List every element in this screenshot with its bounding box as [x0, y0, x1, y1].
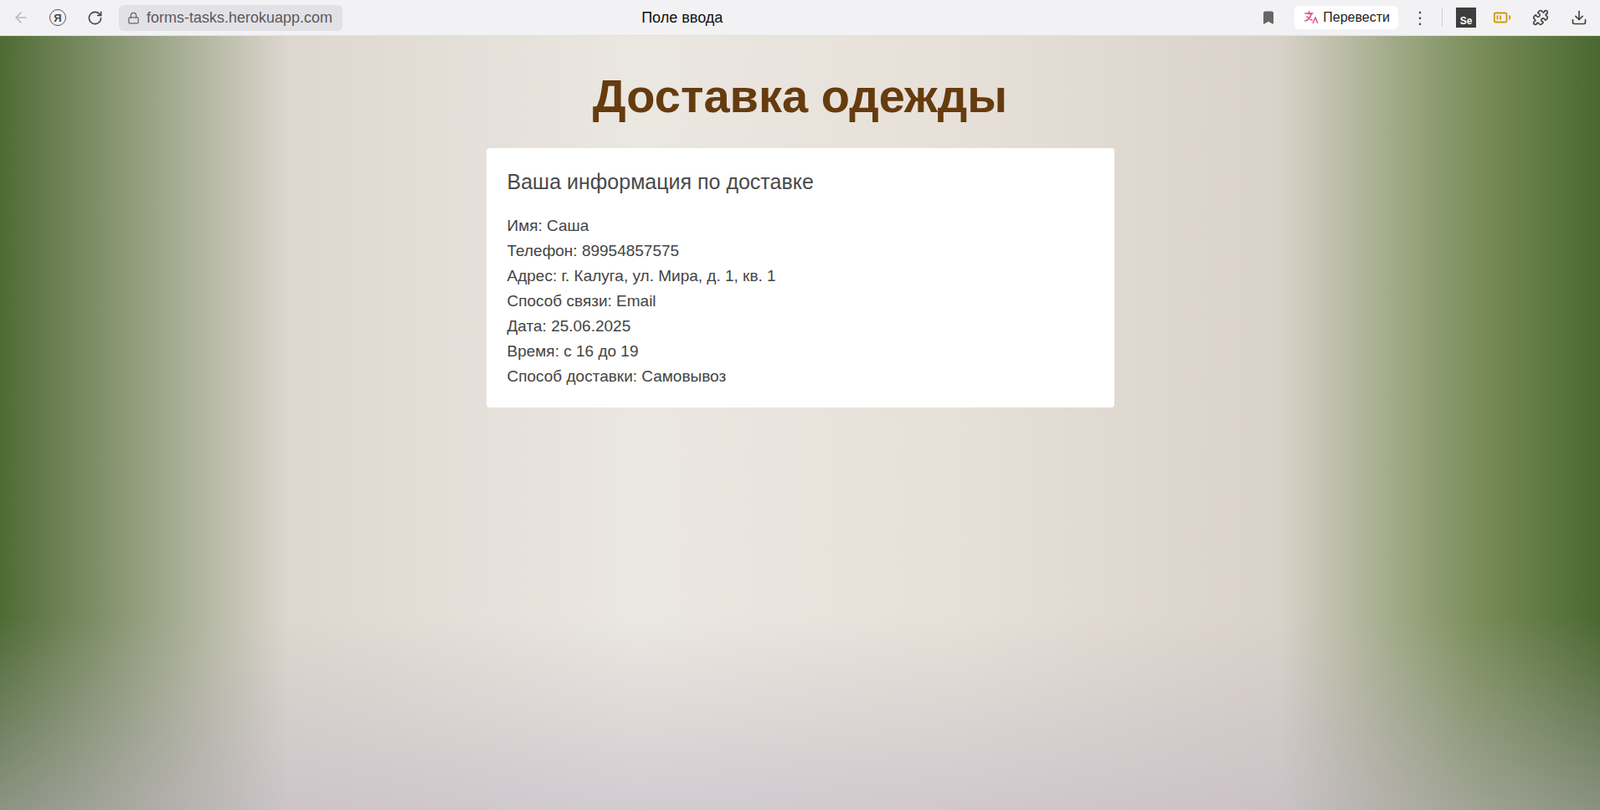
- info-line: Способ доставки: Самовывоз: [507, 364, 1094, 390]
- delivery-info-card: Ваша информация по доставке Имя: СашаТеле…: [486, 148, 1115, 408]
- info-line: Время: с 16 до 19: [507, 339, 1094, 365]
- translate-icon: [1302, 10, 1318, 26]
- selenium-extension-icon[interactable]: Se: [1455, 7, 1477, 28]
- info-line: Способ связи: Email: [507, 288, 1094, 314]
- translate-label: Перевести: [1322, 10, 1390, 26]
- bookmark-button[interactable]: [1255, 5, 1282, 31]
- browser-window: Яforms-tasks.herokuapp.com Поле ввода Пере…: [0, 0, 1600, 810]
- background-photo: Доставка одежды Ваша информация по достав…: [0, 36, 1600, 810]
- bookmark-icon: [1260, 10, 1276, 26]
- toolbar-actions: Перевести ⋮ Se: [1255, 5, 1592, 31]
- lock-icon: [127, 11, 140, 25]
- address-field[interactable]: forms-tasks.herokuapp.com: [118, 5, 343, 31]
- card-title: Ваша информация по доставке: [507, 168, 1094, 196]
- yandex-icon: Я: [49, 9, 67, 26]
- puzzle-icon: [1532, 9, 1549, 26]
- info-line: Телефон: 89954857575: [507, 238, 1094, 264]
- reload-button[interactable]: [82, 5, 108, 31]
- arrow-left-icon: [12, 9, 30, 26]
- menu-button[interactable]: ⋮: [1411, 7, 1429, 28]
- url-text[interactable]: forms-tasks.herokuapp.com: [146, 9, 333, 27]
- battery-icon: [1492, 8, 1512, 27]
- page-heading: Доставка одежды: [592, 69, 1008, 124]
- battery-button[interactable]: [1489, 5, 1515, 31]
- browser-toolbar: Яforms-tasks.herokuapp.com Поле ввода Пере…: [0, 0, 1600, 37]
- back-button[interactable]: [8, 5, 34, 31]
- reload-icon: [87, 10, 103, 26]
- info-line: Адрес: г. Калуга, ул. Мира, д. 1, кв. 1: [507, 263, 1094, 289]
- info-line: Дата: 25.06.2025: [507, 313, 1094, 340]
- translate-button[interactable]: Перевести: [1294, 5, 1399, 30]
- downloads-button[interactable]: [1566, 5, 1592, 31]
- download-icon: [1570, 9, 1588, 26]
- page-title: Поле ввода: [354, 9, 1245, 27]
- extensions-button[interactable]: [1527, 5, 1554, 31]
- info-line: Имя: Саша: [507, 213, 1094, 239]
- yandex-button[interactable]: Я: [45, 5, 71, 31]
- toolbar-separator: [1441, 8, 1443, 27]
